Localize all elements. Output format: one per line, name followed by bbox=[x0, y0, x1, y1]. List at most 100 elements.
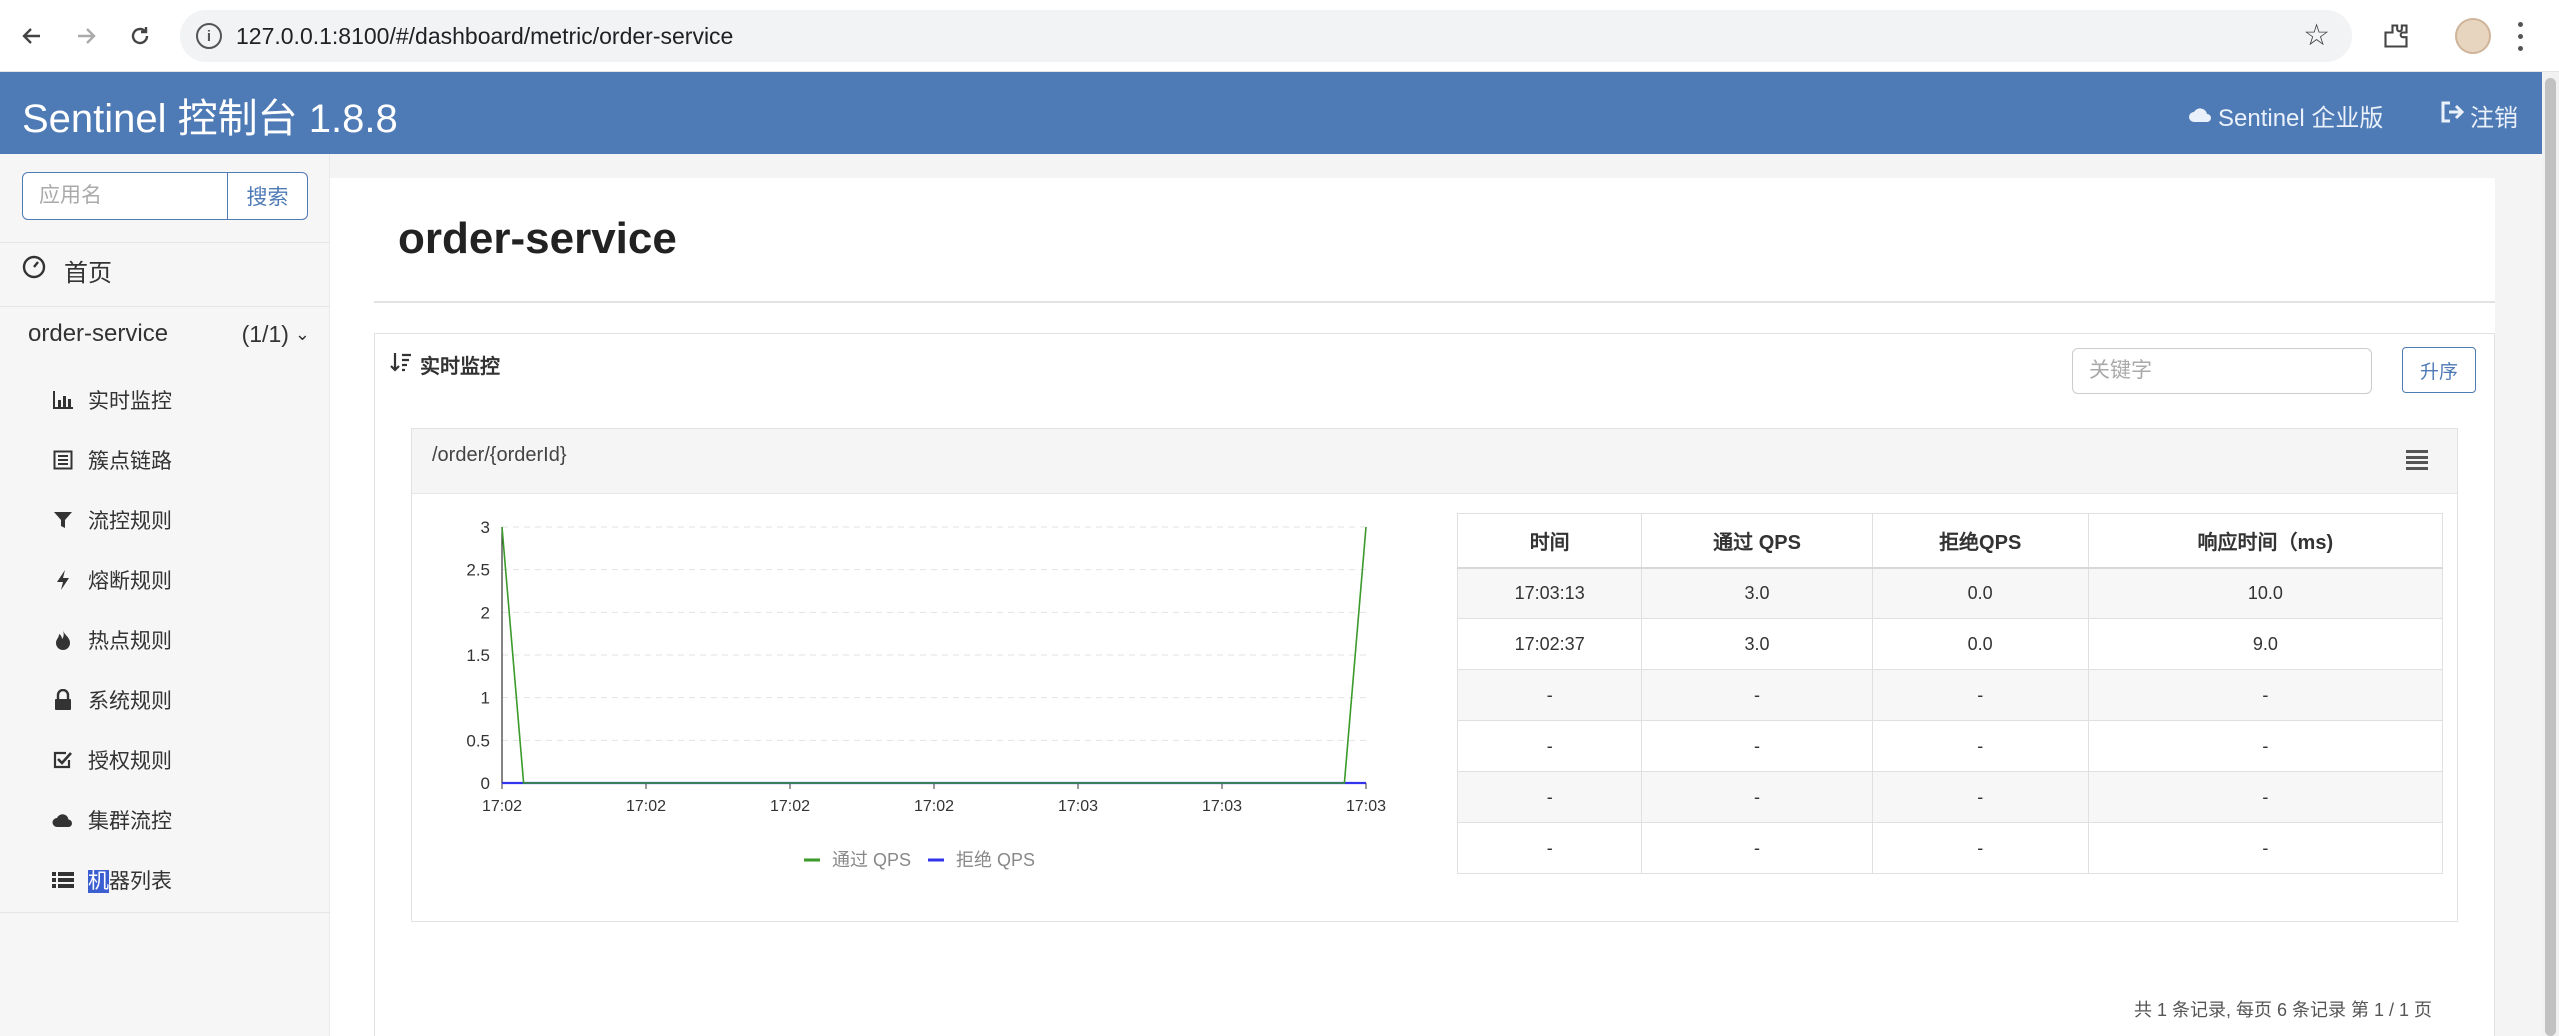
table-cell: - bbox=[1641, 822, 1873, 874]
app-title: Sentinel 控制台 1.8.8 bbox=[22, 97, 398, 141]
menu-icon[interactable] bbox=[2406, 450, 2428, 470]
qps-line-chart: 3 2.5 2 1.5 1 0.5 0 17:02 17:02 17:02 17:02 17:03 17… bbox=[466, 518, 1386, 870]
sidebar: 搜索 首页 order-service (1/1) ⌄ 实时监控 簇点链路 流控… bbox=[0, 154, 330, 1036]
app-search: 搜索 bbox=[22, 172, 308, 220]
sidebar-item-label: 授权规则 bbox=[88, 750, 172, 773]
sidebar-home-label: 首页 bbox=[64, 259, 112, 287]
sidebar-item-degrade-rules[interactable]: 熔断规则 bbox=[52, 560, 172, 600]
table-cell: - bbox=[2087, 669, 2444, 721]
column-header-time: 时间 bbox=[1456, 513, 1643, 569]
column-header-block-qps: 拒绝QPS bbox=[1871, 513, 2089, 569]
chevron-down-icon[interactable]: ⌄ bbox=[295, 324, 310, 345]
sidebar-app-name: order-service bbox=[28, 320, 169, 347]
dashboard-icon bbox=[22, 255, 46, 286]
lock-icon bbox=[52, 689, 74, 711]
list-alt-icon bbox=[52, 449, 74, 471]
sidebar-item-resource-chain[interactable]: 簇点链路 bbox=[52, 440, 172, 480]
table-cell: 3.0 bbox=[1641, 567, 1873, 619]
url-text[interactable]: 127.0.0.1:8100/#/dashboard/metric/order-… bbox=[236, 23, 733, 50]
enterprise-label: Sentinel 企业版 bbox=[2218, 105, 2384, 132]
table-cell: - bbox=[1456, 669, 1643, 721]
sidebar-item-label: 熔断规则 bbox=[88, 570, 172, 593]
pagination-info: 共 1 条记录, 每页 6 条记录 第 1 / 1 页 bbox=[2134, 1000, 2433, 1020]
y-tick-label: 3 bbox=[481, 518, 490, 537]
y-tick-label: 1 bbox=[481, 689, 490, 708]
app-search-button[interactable]: 搜索 bbox=[228, 172, 308, 220]
reload-icon[interactable] bbox=[122, 18, 158, 54]
logout-icon bbox=[2440, 101, 2465, 130]
table-cell: - bbox=[1641, 669, 1873, 721]
sidebar-item-system-rules[interactable]: 系统规则 bbox=[52, 680, 172, 720]
enterprise-link[interactable]: Sentinel 企业版 bbox=[2188, 98, 2383, 133]
sidebar-item-label: 机器列表 bbox=[88, 865, 172, 895]
selected-text-highlight: 机 bbox=[88, 870, 109, 893]
sidebar-item-label-rest: 器列表 bbox=[109, 870, 172, 893]
forward-icon[interactable] bbox=[68, 18, 104, 54]
flash-icon bbox=[52, 569, 74, 591]
y-tick-label: 2 bbox=[481, 603, 490, 622]
resource-card-header bbox=[412, 429, 2457, 494]
list-icon bbox=[52, 869, 74, 891]
table-row: - - - - bbox=[1456, 669, 2444, 721]
sort-ascending-button[interactable]: 升序 bbox=[2402, 347, 2476, 393]
sidebar-app-order-service[interactable]: order-service (1/1) ⌄ bbox=[28, 314, 310, 354]
bookmark-star-icon[interactable]: ☆ bbox=[2303, 18, 2330, 53]
sidebar-item-machine-list[interactable]: 机器列表 bbox=[52, 860, 172, 900]
table-cell: - bbox=[1641, 771, 1873, 823]
y-tick-label: 0 bbox=[481, 774, 490, 793]
table-cell: - bbox=[1641, 720, 1873, 772]
sidebar-item-realtime-monitor[interactable]: 实时监控 bbox=[52, 380, 172, 420]
x-tick-label: 17:03 bbox=[1202, 798, 1242, 815]
sidebar-item-hotspot-rules[interactable]: 热点规则 bbox=[52, 620, 172, 660]
table-cell: - bbox=[2087, 822, 2444, 874]
resource-name: /order/{orderId} bbox=[432, 444, 567, 466]
title-divider bbox=[374, 301, 2495, 303]
table-cell: - bbox=[2087, 771, 2444, 823]
bar-chart-icon bbox=[52, 389, 74, 411]
sort-amount-icon bbox=[390, 351, 412, 379]
column-header-pass-qps: 通过 QPS bbox=[1641, 513, 1873, 569]
page-scrollbar[interactable] bbox=[2542, 72, 2559, 1036]
sidebar-app-count: (1/1) bbox=[241, 320, 289, 347]
table-row: - - - - bbox=[1456, 720, 2444, 772]
y-tick-label: 1.5 bbox=[466, 646, 490, 665]
sidebar-item-label: 热点规则 bbox=[88, 630, 172, 653]
table-cell: 17:03:13 bbox=[1456, 567, 1643, 619]
y-tick-label: 2.5 bbox=[466, 561, 490, 580]
table-cell: - bbox=[1456, 771, 1643, 823]
table-cell: 3.0 bbox=[1641, 618, 1873, 670]
check-square-icon bbox=[52, 749, 74, 771]
keyword-search-input[interactable] bbox=[2072, 348, 2372, 394]
scrollbar-thumb[interactable] bbox=[2545, 78, 2556, 1036]
fire-icon bbox=[52, 629, 74, 651]
app-search-input[interactable] bbox=[22, 172, 228, 220]
filter-icon bbox=[52, 509, 74, 531]
table-row: 17:02:37 3.0 0.0 9.0 bbox=[1456, 618, 2444, 670]
sidebar-item-cluster-flow[interactable]: 集群流控 bbox=[52, 800, 172, 840]
legend-label: 通过 QPS bbox=[832, 850, 911, 870]
extensions-icon[interactable] bbox=[2378, 18, 2414, 54]
table-row: - - - - bbox=[1456, 771, 2444, 823]
table-row: 17:03:13 3.0 0.0 10.0 bbox=[1456, 567, 2444, 619]
profile-avatar[interactable] bbox=[2455, 18, 2491, 54]
table-cell: 0.0 bbox=[1871, 618, 2089, 670]
table-cell: 17:02:37 bbox=[1456, 618, 1643, 670]
browser-menu-icon[interactable] bbox=[2515, 18, 2525, 54]
column-header-rt: 响应时间（ms) bbox=[2087, 513, 2444, 569]
logout-link[interactable]: 注销 bbox=[2440, 98, 2518, 133]
address-bar[interactable]: i 127.0.0.1:8100/#/dashboard/metric/orde… bbox=[180, 10, 2352, 62]
sidebar-item-home[interactable]: 首页 bbox=[22, 250, 112, 290]
site-info-icon[interactable]: i bbox=[196, 23, 222, 49]
sidebar-item-label: 簇点链路 bbox=[88, 450, 172, 473]
sidebar-item-flow-rules[interactable]: 流控规则 bbox=[52, 500, 172, 540]
metrics-table: 时间 通过 QPS 拒绝QPS 响应时间（ms) 17:03:13 3.0 0.… bbox=[1456, 513, 2444, 874]
back-icon[interactable] bbox=[14, 18, 50, 54]
x-tick-label: 17:02 bbox=[626, 798, 666, 815]
cloud-icon bbox=[2188, 102, 2212, 130]
sidebar-item-auth-rules[interactable]: 授权规则 bbox=[52, 740, 172, 780]
sidebar-item-label: 实时监控 bbox=[88, 390, 172, 413]
legend-label: 拒绝 QPS bbox=[956, 850, 1035, 870]
table-cell: - bbox=[1871, 720, 2089, 772]
table-header-row: 时间 通过 QPS 拒绝QPS 响应时间（ms) bbox=[1456, 513, 2444, 569]
table-cell: - bbox=[1871, 771, 2089, 823]
